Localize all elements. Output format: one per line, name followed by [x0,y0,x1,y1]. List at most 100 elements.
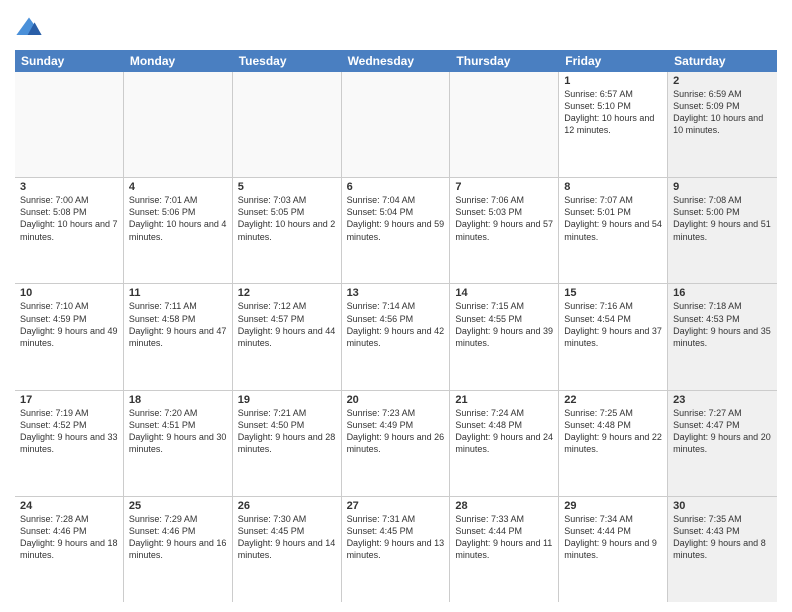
day-info: Sunrise: 7:07 AM Sunset: 5:01 PM Dayligh… [564,194,662,243]
calendar-cell: 9Sunrise: 7:08 AM Sunset: 5:00 PM Daylig… [668,178,777,283]
header [15,10,777,42]
header-day-monday: Monday [124,50,233,72]
day-number: 20 [347,394,445,406]
day-info: Sunrise: 7:28 AM Sunset: 4:46 PM Dayligh… [20,513,118,562]
day-number: 13 [347,287,445,299]
calendar-cell: 25Sunrise: 7:29 AM Sunset: 4:46 PM Dayli… [124,497,233,602]
day-info: Sunrise: 7:16 AM Sunset: 4:54 PM Dayligh… [564,300,662,349]
calendar-cell: 15Sunrise: 7:16 AM Sunset: 4:54 PM Dayli… [559,284,668,389]
day-info: Sunrise: 7:27 AM Sunset: 4:47 PM Dayligh… [673,407,772,456]
calendar-cell: 24Sunrise: 7:28 AM Sunset: 4:46 PM Dayli… [15,497,124,602]
calendar-cell [233,72,342,177]
day-info: Sunrise: 6:57 AM Sunset: 5:10 PM Dayligh… [564,88,662,137]
calendar-cell: 8Sunrise: 7:07 AM Sunset: 5:01 PM Daylig… [559,178,668,283]
calendar-cell: 12Sunrise: 7:12 AM Sunset: 4:57 PM Dayli… [233,284,342,389]
day-number: 8 [564,181,662,193]
calendar-cell [450,72,559,177]
day-info: Sunrise: 7:08 AM Sunset: 5:00 PM Dayligh… [673,194,772,243]
day-number: 15 [564,287,662,299]
calendar-body: 1Sunrise: 6:57 AM Sunset: 5:10 PM Daylig… [15,72,777,602]
day-info: Sunrise: 7:30 AM Sunset: 4:45 PM Dayligh… [238,513,336,562]
day-number: 17 [20,394,118,406]
day-number: 3 [20,181,118,193]
calendar-cell: 17Sunrise: 7:19 AM Sunset: 4:52 PM Dayli… [15,391,124,496]
day-number: 26 [238,500,336,512]
calendar-cell: 27Sunrise: 7:31 AM Sunset: 4:45 PM Dayli… [342,497,451,602]
calendar-cell: 22Sunrise: 7:25 AM Sunset: 4:48 PM Dayli… [559,391,668,496]
calendar-cell [15,72,124,177]
day-info: Sunrise: 7:14 AM Sunset: 4:56 PM Dayligh… [347,300,445,349]
header-day-tuesday: Tuesday [233,50,342,72]
calendar: SundayMondayTuesdayWednesdayThursdayFrid… [15,50,777,602]
calendar-row-1: 1Sunrise: 6:57 AM Sunset: 5:10 PM Daylig… [15,72,777,178]
day-info: Sunrise: 7:23 AM Sunset: 4:49 PM Dayligh… [347,407,445,456]
day-info: Sunrise: 7:15 AM Sunset: 4:55 PM Dayligh… [455,300,553,349]
day-info: Sunrise: 7:25 AM Sunset: 4:48 PM Dayligh… [564,407,662,456]
calendar-row-2: 3Sunrise: 7:00 AM Sunset: 5:08 PM Daylig… [15,178,777,284]
day-info: Sunrise: 7:29 AM Sunset: 4:46 PM Dayligh… [129,513,227,562]
calendar-row-5: 24Sunrise: 7:28 AM Sunset: 4:46 PM Dayli… [15,497,777,602]
calendar-cell: 20Sunrise: 7:23 AM Sunset: 4:49 PM Dayli… [342,391,451,496]
day-number: 1 [564,75,662,87]
calendar-cell: 14Sunrise: 7:15 AM Sunset: 4:55 PM Dayli… [450,284,559,389]
day-number: 12 [238,287,336,299]
day-number: 2 [673,75,772,87]
day-number: 19 [238,394,336,406]
calendar-cell: 2Sunrise: 6:59 AM Sunset: 5:09 PM Daylig… [668,72,777,177]
logo-icon [15,14,43,42]
day-number: 7 [455,181,553,193]
calendar-cell: 19Sunrise: 7:21 AM Sunset: 4:50 PM Dayli… [233,391,342,496]
calendar-header: SundayMondayTuesdayWednesdayThursdayFrid… [15,50,777,72]
day-number: 29 [564,500,662,512]
header-day-saturday: Saturday [668,50,777,72]
day-info: Sunrise: 7:03 AM Sunset: 5:05 PM Dayligh… [238,194,336,243]
day-number: 28 [455,500,553,512]
calendar-cell: 13Sunrise: 7:14 AM Sunset: 4:56 PM Dayli… [342,284,451,389]
day-info: Sunrise: 7:20 AM Sunset: 4:51 PM Dayligh… [129,407,227,456]
day-number: 14 [455,287,553,299]
day-info: Sunrise: 7:11 AM Sunset: 4:58 PM Dayligh… [129,300,227,349]
calendar-cell: 5Sunrise: 7:03 AM Sunset: 5:05 PM Daylig… [233,178,342,283]
day-number: 10 [20,287,118,299]
calendar-cell: 26Sunrise: 7:30 AM Sunset: 4:45 PM Dayli… [233,497,342,602]
day-info: Sunrise: 7:19 AM Sunset: 4:52 PM Dayligh… [20,407,118,456]
page: SundayMondayTuesdayWednesdayThursdayFrid… [0,0,792,612]
day-info: Sunrise: 7:04 AM Sunset: 5:04 PM Dayligh… [347,194,445,243]
day-number: 25 [129,500,227,512]
day-info: Sunrise: 7:35 AM Sunset: 4:43 PM Dayligh… [673,513,772,562]
calendar-cell: 3Sunrise: 7:00 AM Sunset: 5:08 PM Daylig… [15,178,124,283]
day-info: Sunrise: 7:31 AM Sunset: 4:45 PM Dayligh… [347,513,445,562]
day-number: 16 [673,287,772,299]
calendar-cell: 7Sunrise: 7:06 AM Sunset: 5:03 PM Daylig… [450,178,559,283]
day-info: Sunrise: 7:10 AM Sunset: 4:59 PM Dayligh… [20,300,118,349]
header-day-wednesday: Wednesday [342,50,451,72]
calendar-cell: 18Sunrise: 7:20 AM Sunset: 4:51 PM Dayli… [124,391,233,496]
day-number: 18 [129,394,227,406]
day-number: 24 [20,500,118,512]
day-info: Sunrise: 7:00 AM Sunset: 5:08 PM Dayligh… [20,194,118,243]
calendar-cell: 10Sunrise: 7:10 AM Sunset: 4:59 PM Dayli… [15,284,124,389]
day-number: 9 [673,181,772,193]
day-info: Sunrise: 7:06 AM Sunset: 5:03 PM Dayligh… [455,194,553,243]
header-day-thursday: Thursday [450,50,559,72]
day-info: Sunrise: 7:18 AM Sunset: 4:53 PM Dayligh… [673,300,772,349]
calendar-cell: 28Sunrise: 7:33 AM Sunset: 4:44 PM Dayli… [450,497,559,602]
calendar-cell: 1Sunrise: 6:57 AM Sunset: 5:10 PM Daylig… [559,72,668,177]
day-number: 6 [347,181,445,193]
header-day-friday: Friday [559,50,668,72]
calendar-cell: 29Sunrise: 7:34 AM Sunset: 4:44 PM Dayli… [559,497,668,602]
calendar-cell: 30Sunrise: 7:35 AM Sunset: 4:43 PM Dayli… [668,497,777,602]
day-info: Sunrise: 7:12 AM Sunset: 4:57 PM Dayligh… [238,300,336,349]
header-day-sunday: Sunday [15,50,124,72]
day-info: Sunrise: 7:01 AM Sunset: 5:06 PM Dayligh… [129,194,227,243]
day-info: Sunrise: 7:21 AM Sunset: 4:50 PM Dayligh… [238,407,336,456]
day-number: 5 [238,181,336,193]
day-info: Sunrise: 6:59 AM Sunset: 5:09 PM Dayligh… [673,88,772,137]
day-info: Sunrise: 7:34 AM Sunset: 4:44 PM Dayligh… [564,513,662,562]
calendar-cell: 4Sunrise: 7:01 AM Sunset: 5:06 PM Daylig… [124,178,233,283]
calendar-cell [124,72,233,177]
day-info: Sunrise: 7:33 AM Sunset: 4:44 PM Dayligh… [455,513,553,562]
calendar-cell [342,72,451,177]
calendar-cell: 23Sunrise: 7:27 AM Sunset: 4:47 PM Dayli… [668,391,777,496]
day-number: 4 [129,181,227,193]
